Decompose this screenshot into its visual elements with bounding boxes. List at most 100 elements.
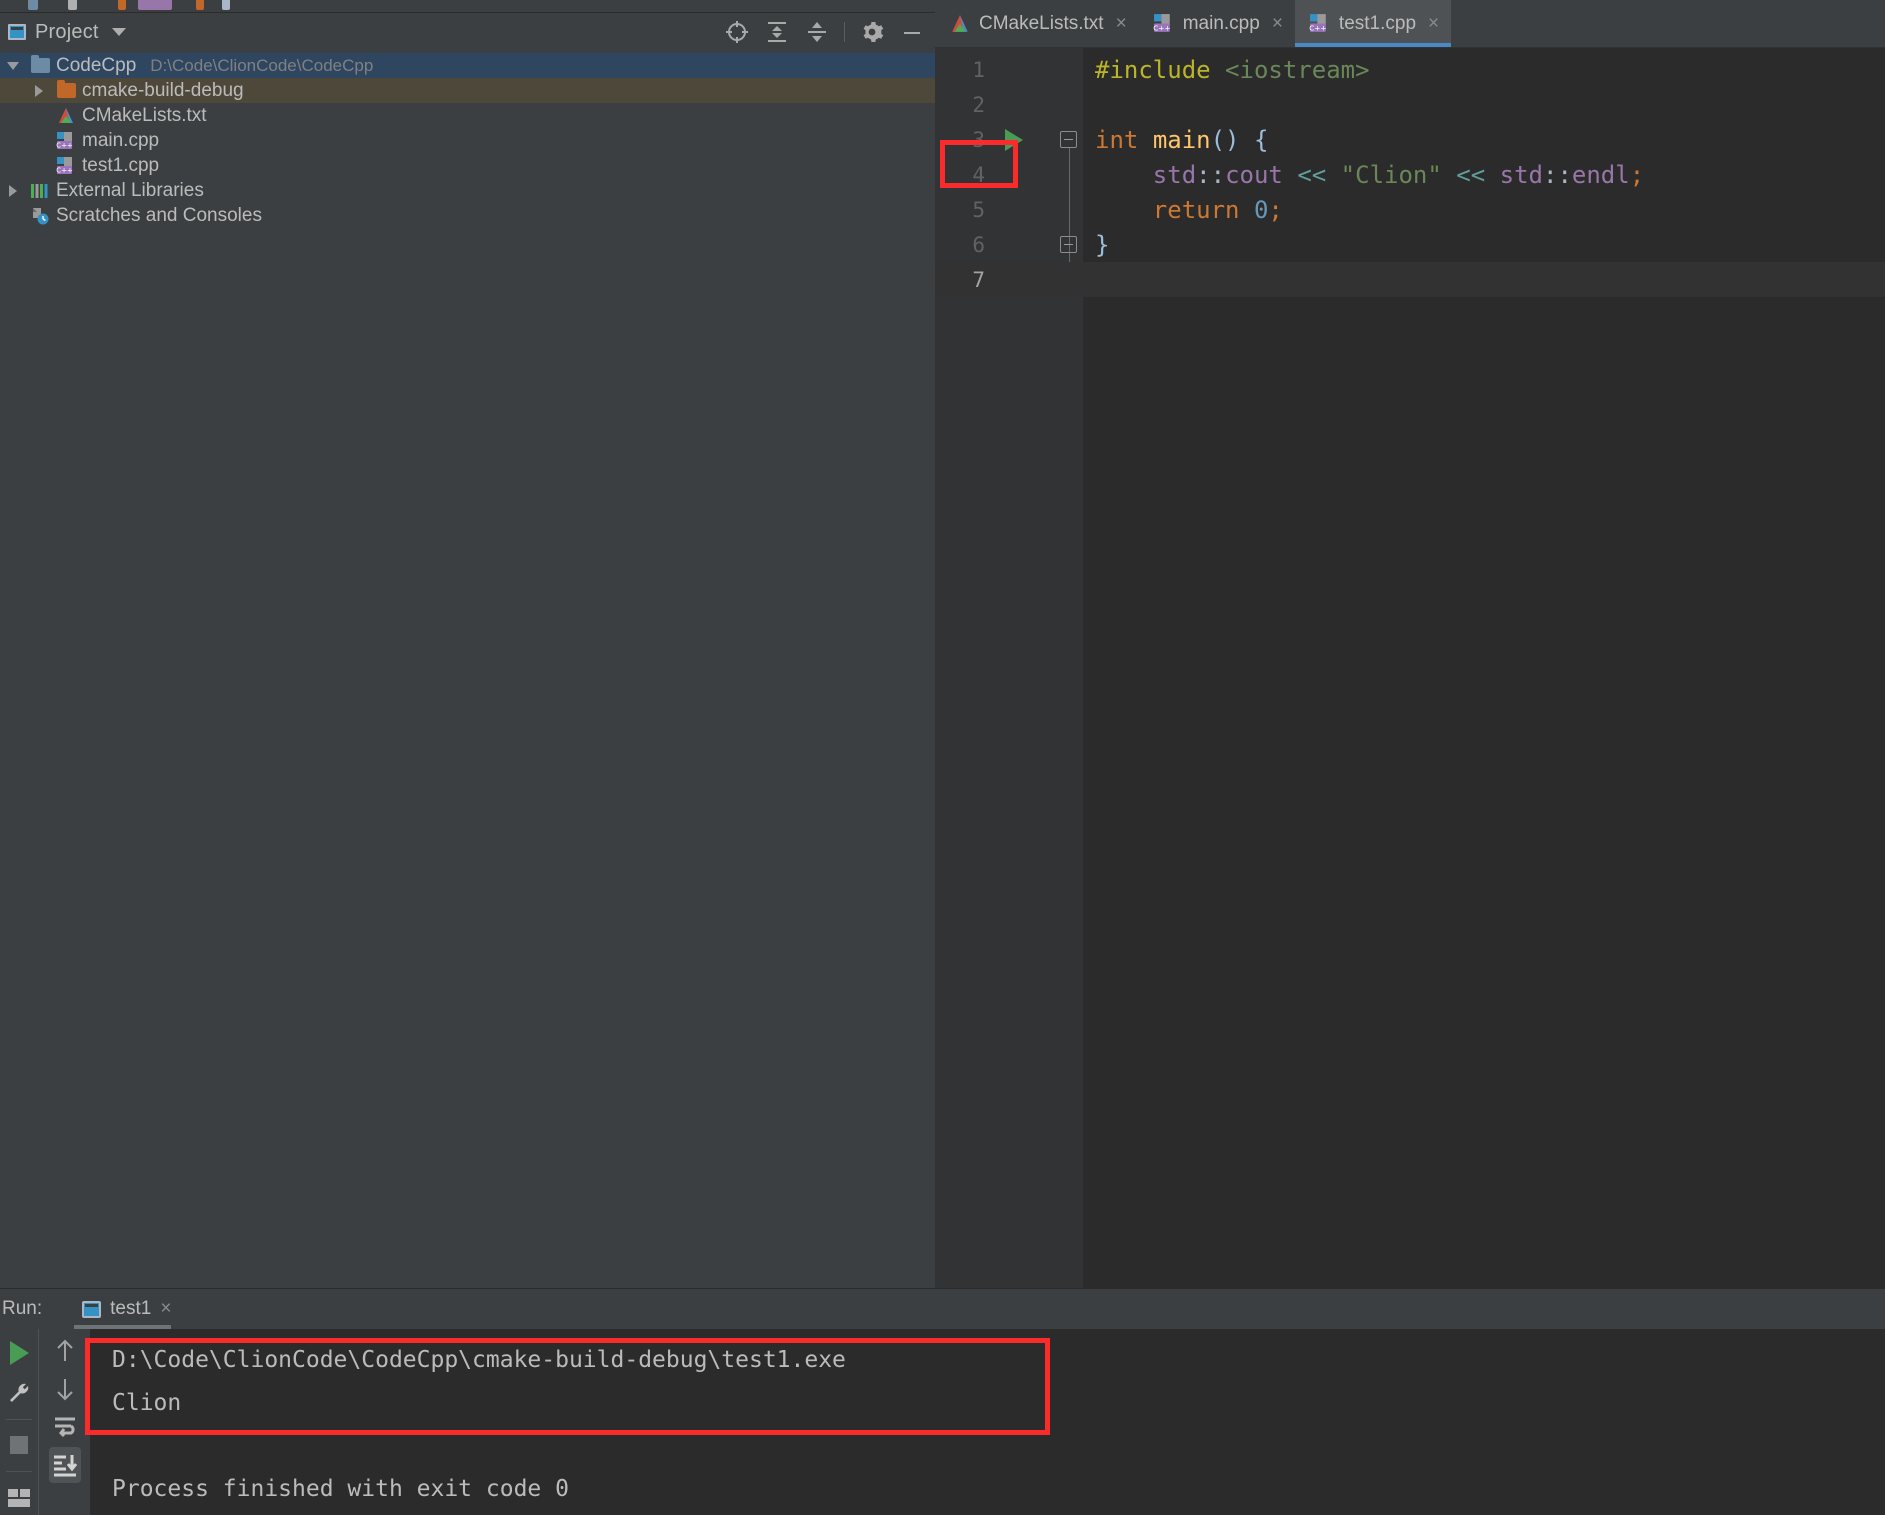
- scratches-icon: [26, 206, 54, 225]
- code-line-4: std:: cout << "Clion" << std:: endl;: [1152, 160, 1645, 189]
- tree-item-label: External Libraries: [56, 179, 204, 201]
- tree-item-test1-cpp[interactable]: C++ test1.cpp: [0, 153, 935, 178]
- run-panel-header: Run: test1 ×: [0, 1289, 1885, 1329]
- run-tab-label: test1: [110, 1298, 152, 1319]
- soft-wrap-icon[interactable]: [49, 1409, 81, 1445]
- run-left-toolbar: [0, 1329, 38, 1515]
- folder-orange-icon: [52, 80, 80, 98]
- locate-icon[interactable]: [724, 19, 750, 45]
- code-token-include: #include: [1095, 55, 1211, 84]
- tab-label: main.cpp: [1182, 12, 1260, 34]
- arrow-up-icon[interactable]: [49, 1333, 81, 1369]
- close-icon[interactable]: ×: [1428, 13, 1439, 35]
- chevron-down-icon[interactable]: [0, 61, 26, 70]
- close-icon[interactable]: ×: [1116, 13, 1127, 35]
- sliver-chip: [222, 0, 230, 10]
- line-number: 5: [972, 197, 985, 222]
- tab-label: test1.cpp: [1338, 12, 1417, 34]
- tab-test1-cpp[interactable]: C++ test1.cpp ×: [1294, 0, 1452, 47]
- run-tab-test1[interactable]: test1 ×: [74, 1289, 172, 1329]
- cmake-file-icon: [52, 107, 80, 125]
- line-number: 1: [972, 57, 985, 82]
- gutter-line-2: 2: [935, 87, 1083, 122]
- tree-item-path: D:\Code\ClionCode\CodeCpp: [150, 55, 374, 75]
- code-token-std: std: [1152, 160, 1197, 189]
- tree-item-scratches[interactable]: Scratches and Consoles: [0, 203, 935, 228]
- tab-main-cpp[interactable]: C++ main.cpp ×: [1139, 0, 1295, 47]
- console-line: Clion: [112, 1390, 182, 1416]
- tree-item-label: CodeCpp: [56, 54, 137, 76]
- svg-text:C++: C++: [56, 166, 73, 174]
- project-title-button[interactable]: Project: [0, 21, 126, 44]
- libraries-icon: [26, 182, 54, 200]
- folder-blue-icon: [26, 55, 54, 73]
- toolbar-divider: [6, 1471, 32, 1473]
- line-number: 2: [972, 92, 985, 117]
- run-panel-label: Run:: [2, 1298, 43, 1319]
- run-secondary-toolbar: [38, 1329, 90, 1515]
- editor-area: CMakeLists.txt × C++ main.cpp × C++ test…: [935, 0, 1885, 1288]
- chevron-right-icon[interactable]: [26, 84, 52, 97]
- code-line-6: }: [1095, 230, 1110, 259]
- run-gutter-icon[interactable]: [1005, 128, 1023, 151]
- code-line-5: return 0;: [1152, 195, 1283, 224]
- tree-item-external-libraries[interactable]: External Libraries: [0, 178, 935, 203]
- svg-text:C++: C++: [1153, 23, 1170, 32]
- tree-item-label: CMakeLists.txt: [82, 104, 207, 126]
- line-number: 4: [972, 162, 985, 187]
- run-panel-body: D:\Code\ClionCode\CodeCpp\cmake-build-de…: [0, 1329, 1885, 1515]
- sliver-chip: [118, 0, 126, 10]
- gutter-line-5: 5: [935, 192, 1083, 227]
- sliver-chip: [68, 0, 77, 10]
- tab-cmakelists-txt[interactable]: CMakeLists.txt ×: [935, 0, 1139, 47]
- arrow-down-icon[interactable]: [49, 1371, 81, 1407]
- code-editor[interactable]: 1 2 3 4 5 6 7 #include <iostream> int ma…: [935, 48, 1885, 1288]
- minimize-icon[interactable]: [899, 19, 925, 45]
- code-token-return: return: [1152, 195, 1240, 224]
- stop-icon[interactable]: [3, 1428, 35, 1464]
- expand-all-icon[interactable]: [764, 19, 790, 45]
- clion-window: Project CodeCpp D:\Code\ClionCode\CodeCp…: [0, 0, 1885, 1515]
- project-tree: CodeCpp D:\Code\ClionCode\CodeCpp cmake-…: [0, 51, 935, 228]
- editor-gutter[interactable]: 1 2 3 4 5 6 7: [935, 48, 1083, 1288]
- tree-item-label: Scratches and Consoles: [56, 204, 262, 226]
- gutter-line-1: 1: [935, 52, 1083, 87]
- sliver-chip: [196, 0, 204, 10]
- svg-text:C++: C++: [1309, 23, 1326, 32]
- fold-collapse-icon[interactable]: [1060, 131, 1077, 288]
- code-token-zero: 0: [1253, 195, 1269, 224]
- rerun-icon[interactable]: [3, 1335, 35, 1371]
- close-icon[interactable]: ×: [160, 1298, 171, 1320]
- tree-item-label: cmake-build-debug: [82, 79, 244, 101]
- tree-item-main-cpp[interactable]: C++ main.cpp: [0, 128, 935, 153]
- close-icon[interactable]: ×: [1272, 13, 1283, 35]
- editor-tab-bar: CMakeLists.txt × C++ main.cpp × C++ test…: [935, 0, 1885, 48]
- code-text-area[interactable]: #include <iostream> int main() { std:: co…: [1083, 48, 1885, 1288]
- gutter-line-4: 4: [935, 157, 1083, 192]
- console-line: D:\Code\ClionCode\CodeCpp\cmake-build-de…: [112, 1347, 846, 1373]
- code-line-1: #include <iostream>: [1083, 52, 1885, 87]
- chevron-right-icon[interactable]: [0, 184, 26, 197]
- cpp-file-icon: C++: [52, 131, 80, 151]
- chevron-down-icon[interactable]: [111, 28, 126, 36]
- scroll-to-end-icon[interactable]: [48, 1447, 81, 1483]
- wrench-icon[interactable]: [3, 1375, 35, 1411]
- run-console-output[interactable]: D:\Code\ClionCode\CodeCpp\cmake-build-de…: [90, 1329, 1885, 1515]
- line-number: 6: [972, 232, 985, 257]
- tab-label: CMakeLists.txt: [979, 12, 1104, 34]
- run-tool-window: Run: test1 × D:\Code\ClionCode\CodeCpp\c…: [0, 1288, 1885, 1515]
- collapse-all-icon[interactable]: [804, 19, 830, 45]
- cpp-file-icon: C++: [1153, 14, 1170, 32]
- tree-item-codecpp[interactable]: CodeCpp D:\Code\ClionCode\CodeCpp: [0, 53, 935, 78]
- tree-item-cmakelists[interactable]: CMakeLists.txt: [0, 103, 935, 128]
- line-number: 7: [972, 267, 985, 292]
- gutter-line-7: 7: [935, 262, 1083, 297]
- tree-item-cmake-build-debug[interactable]: cmake-build-debug: [0, 78, 935, 103]
- layout-icon[interactable]: [3, 1480, 35, 1515]
- code-line-7: [1083, 262, 1885, 297]
- gear-icon[interactable]: [859, 19, 885, 45]
- project-window-icon: [8, 24, 26, 40]
- fold-end-icon[interactable]: [1060, 236, 1077, 253]
